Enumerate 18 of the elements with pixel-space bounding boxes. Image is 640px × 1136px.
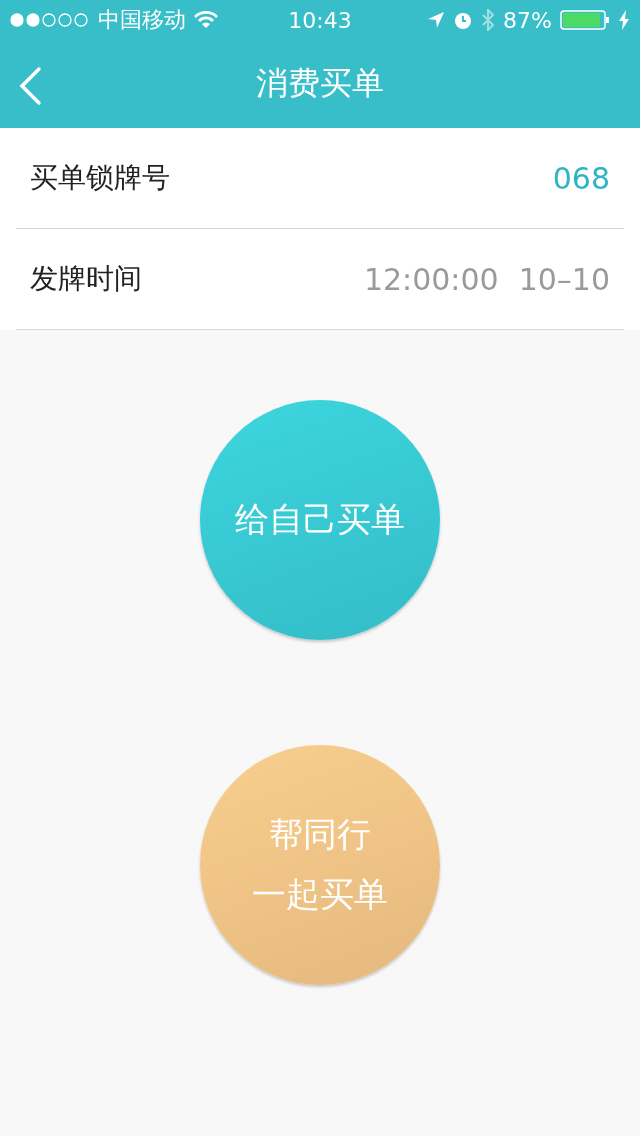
alarm-clock-icon bbox=[453, 10, 474, 30]
signal-icon bbox=[10, 13, 90, 27]
page-title: 消费买单 bbox=[256, 63, 384, 104]
row-value: 068 bbox=[552, 160, 610, 196]
carrier-name: 中国移动 bbox=[98, 6, 186, 34]
battery-icon bbox=[560, 10, 610, 30]
location-arrow-icon bbox=[427, 11, 446, 29]
clock-time: 10:43 bbox=[288, 7, 352, 33]
row-label: 发牌时间 bbox=[30, 261, 142, 297]
bluetooth-icon bbox=[481, 9, 496, 31]
row-value: 12:00:00 bbox=[363, 261, 499, 297]
row-value: 10–10 bbox=[518, 261, 610, 297]
pay-circle-button[interactable]: 帮同行 一起买单 bbox=[200, 745, 440, 985]
battery-percentage: 87% bbox=[503, 7, 552, 33]
row-label: 买单锁牌号 bbox=[30, 160, 170, 196]
pay-circle-button[interactable]: 给自己买单 bbox=[200, 400, 440, 640]
charging-bolt-icon bbox=[618, 10, 630, 30]
wifi-icon bbox=[194, 11, 218, 29]
